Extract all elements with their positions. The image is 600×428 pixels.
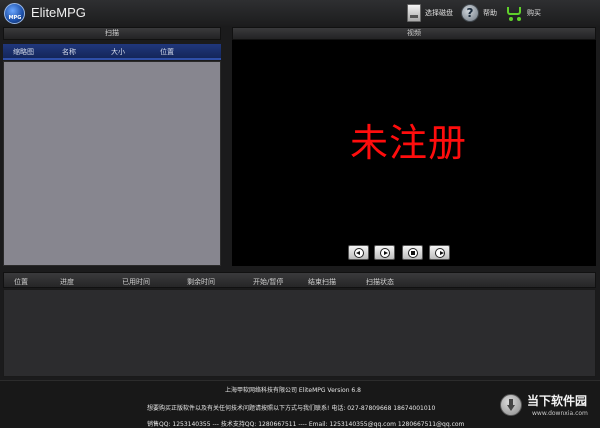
- scan-panel-title: 扫描: [3, 27, 221, 40]
- app-title: EliteMPG: [31, 5, 86, 20]
- task-col-start-pause[interactable]: 开始/暂停: [253, 277, 283, 287]
- task-col-remaining[interactable]: 剩余时间: [187, 277, 215, 287]
- cart-icon: [505, 5, 523, 21]
- rewind-icon: [354, 248, 364, 258]
- app-logo-icon: MPG: [4, 3, 25, 24]
- video-panel-title: 视频: [232, 27, 596, 40]
- footer-contact: 想要购买正版软件以及有关任何技术问题请按照以下方式与我们联系! 电话: 027-…: [147, 405, 436, 412]
- rewind-button[interactable]: [348, 245, 369, 260]
- buy-label: 购买: [527, 9, 541, 17]
- scan-results-list[interactable]: [3, 61, 221, 266]
- col-thumbnail[interactable]: 缩略图: [13, 47, 34, 57]
- footer-support: 销售QQ: 1253140355 --- 技术支持QQ: 1280667511 …: [147, 421, 465, 428]
- task-col-location[interactable]: 位置: [14, 277, 28, 287]
- col-location[interactable]: 位置: [160, 47, 174, 57]
- select-disk-button[interactable]: 选择磁盘: [407, 3, 453, 23]
- disk-icon: [407, 4, 421, 22]
- download-arrow-icon: [500, 394, 522, 416]
- stop-button[interactable]: [402, 245, 423, 260]
- help-icon: ?: [461, 4, 479, 22]
- title-bar: MPG EliteMPG 选择磁盘 ? 帮助 购买: [0, 0, 600, 26]
- task-col-progress[interactable]: 进度: [60, 277, 74, 287]
- col-size[interactable]: 大小: [111, 47, 125, 57]
- video-preview: 未注册: [232, 40, 596, 266]
- play-button[interactable]: [374, 245, 395, 260]
- app-logo-text: MPG: [8, 15, 22, 21]
- forward-icon: [435, 248, 445, 258]
- task-col-scan-status[interactable]: 扫描状态: [366, 277, 394, 287]
- unregistered-watermark: 未注册: [350, 121, 468, 165]
- task-col-end-scan[interactable]: 结束扫描: [308, 277, 336, 287]
- help-label: 帮助: [483, 9, 497, 17]
- task-col-elapsed[interactable]: 已用时间: [122, 277, 150, 287]
- forward-button[interactable]: [429, 245, 450, 260]
- help-button[interactable]: ? 帮助: [461, 3, 497, 23]
- col-name[interactable]: 名称: [62, 47, 76, 57]
- corner-watermark-site: www.downxia.com: [532, 410, 588, 417]
- task-list-header: 位置 进度 已用时间 剩余时间 开始/暂停 结束扫描 扫描状态: [3, 272, 596, 288]
- corner-watermark-name: 当下软件园: [527, 394, 588, 408]
- buy-button[interactable]: 购买: [505, 3, 541, 23]
- footer-company: 上海甲软网络科技有限公司 EliteMPG Version 6.8: [225, 387, 361, 394]
- stop-icon: [408, 248, 418, 258]
- scan-list-header: 缩略图 名称 大小 位置: [3, 44, 221, 60]
- task-list[interactable]: [3, 289, 596, 377]
- select-disk-label: 选择磁盘: [425, 9, 453, 17]
- play-icon: [380, 248, 390, 258]
